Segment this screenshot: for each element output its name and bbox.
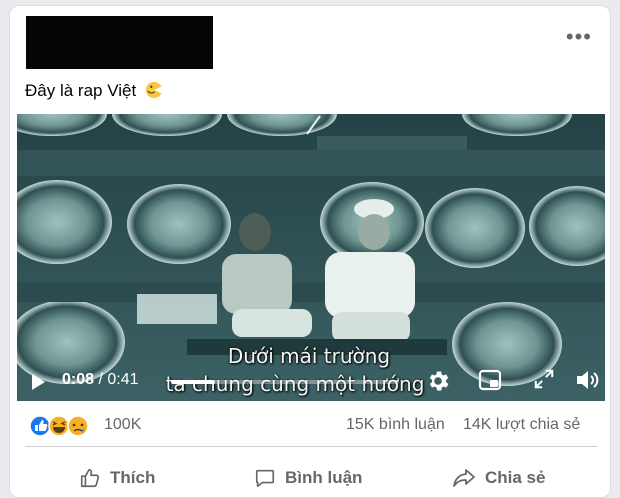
video-controls: 0:08 / 0:41	[17, 361, 605, 401]
picture-in-picture-icon[interactable]	[478, 368, 502, 392]
current-time: 0:08	[62, 371, 95, 388]
sad-reaction-icon	[67, 415, 89, 437]
share-arrow-icon	[453, 469, 475, 487]
comment-label: Bình luận	[285, 468, 363, 487]
laughing-face-emoji-icon	[145, 81, 163, 99]
like-label: Thích	[110, 468, 156, 487]
share-count[interactable]: 14K lượt chia sẻ	[463, 416, 580, 434]
reaction-count[interactable]: 100K	[104, 416, 141, 434]
video-time: 0:08 / 0:41	[62, 371, 139, 389]
comment-count[interactable]: 15K bình luận	[346, 416, 445, 434]
post-card: ••• Đây là rap Việt Dưới mái trường ta c…	[9, 5, 611, 498]
post-caption: Đây là rap Việt	[25, 81, 163, 101]
share-label: Chia sẻ	[485, 468, 546, 487]
video-player[interactable]: Dưới mái trường ta chung cùng một hướng …	[17, 114, 605, 401]
thumbs-up-icon	[80, 468, 100, 488]
settings-gear-icon[interactable]	[425, 368, 451, 394]
post-stats: 100K 15K bình luận 14K lượt chia sẻ	[10, 404, 610, 444]
like-button[interactable]: Thích	[79, 462, 155, 494]
redacted-author-header	[26, 16, 213, 69]
fullscreen-icon[interactable]	[533, 368, 555, 390]
share-button[interactable]: Chia sẻ	[452, 462, 545, 494]
like-reaction-icon	[29, 415, 51, 437]
post-caption-text: Đây là rap Việt	[25, 81, 137, 100]
comment-button[interactable]: Bình luận	[254, 462, 362, 494]
more-options-icon[interactable]: •••	[566, 26, 592, 48]
play-icon[interactable]	[29, 372, 47, 392]
video-duration: 0:41	[107, 371, 139, 388]
haha-reaction-icon	[48, 415, 70, 437]
comment-bubble-icon	[255, 469, 275, 488]
actions-divider	[25, 446, 597, 447]
progress-bar[interactable]	[171, 380, 399, 384]
reaction-icons[interactable]	[29, 415, 95, 437]
volume-icon[interactable]	[575, 368, 601, 392]
time-separator: /	[94, 371, 108, 388]
progress-fill	[171, 380, 216, 384]
